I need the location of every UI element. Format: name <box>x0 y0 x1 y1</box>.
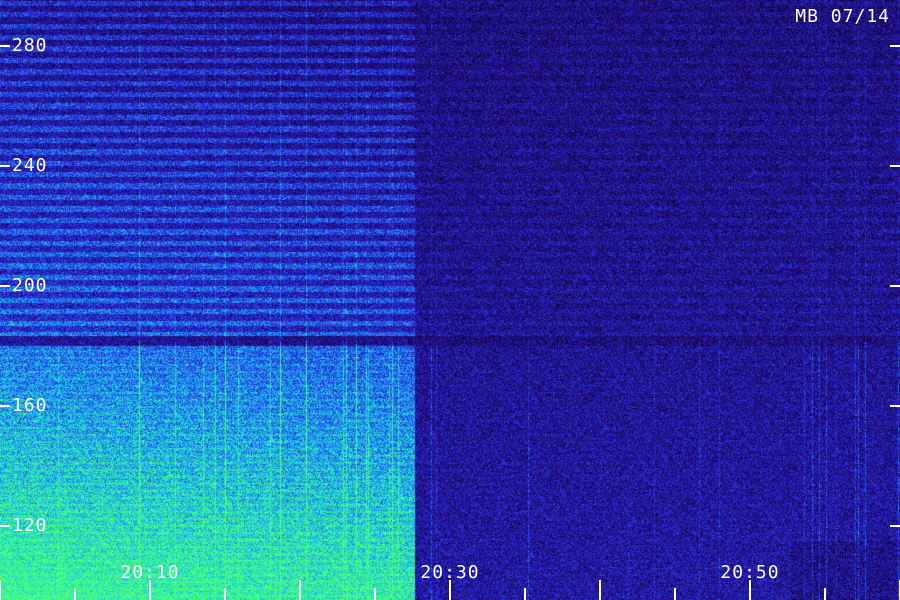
spectrogram-view: MB 07/14 280 240 200 160 120 20:10 20:30 20:50 <box>0 0 900 600</box>
frequency-tick-right <box>890 405 900 407</box>
frequency-tick-left <box>0 525 10 527</box>
time-tick-major <box>749 580 751 600</box>
frequency-tick-left <box>0 285 10 287</box>
time-tick-major <box>299 580 301 600</box>
frequency-tick-right <box>890 525 900 527</box>
frequency-tick-left <box>0 165 10 167</box>
time-tick-major <box>149 580 151 600</box>
time-tick-major <box>449 580 451 600</box>
station-date-label: MB 07/14 <box>795 6 890 27</box>
time-tick-major <box>599 580 601 600</box>
frequency-tick-label: 280 <box>12 35 48 56</box>
frequency-tick-label: 160 <box>12 395 48 416</box>
time-tick-minor <box>74 588 76 600</box>
frequency-tick-right <box>890 285 900 287</box>
frequency-tick-label: 200 <box>12 275 48 296</box>
time-tick-major <box>0 580 1 600</box>
time-tick-minor <box>524 588 526 600</box>
frequency-tick-right <box>890 165 900 167</box>
frequency-tick-right <box>890 45 900 47</box>
frequency-tick-label: 240 <box>12 155 48 176</box>
frequency-tick-left <box>0 405 10 407</box>
frequency-tick-label: 120 <box>12 515 48 536</box>
time-tick-minor <box>224 588 226 600</box>
frequency-tick-left <box>0 45 10 47</box>
time-tick-minor <box>374 588 376 600</box>
time-tick-minor <box>824 588 826 600</box>
time-tick-minor <box>674 588 676 600</box>
spectrogram-canvas <box>0 0 900 600</box>
